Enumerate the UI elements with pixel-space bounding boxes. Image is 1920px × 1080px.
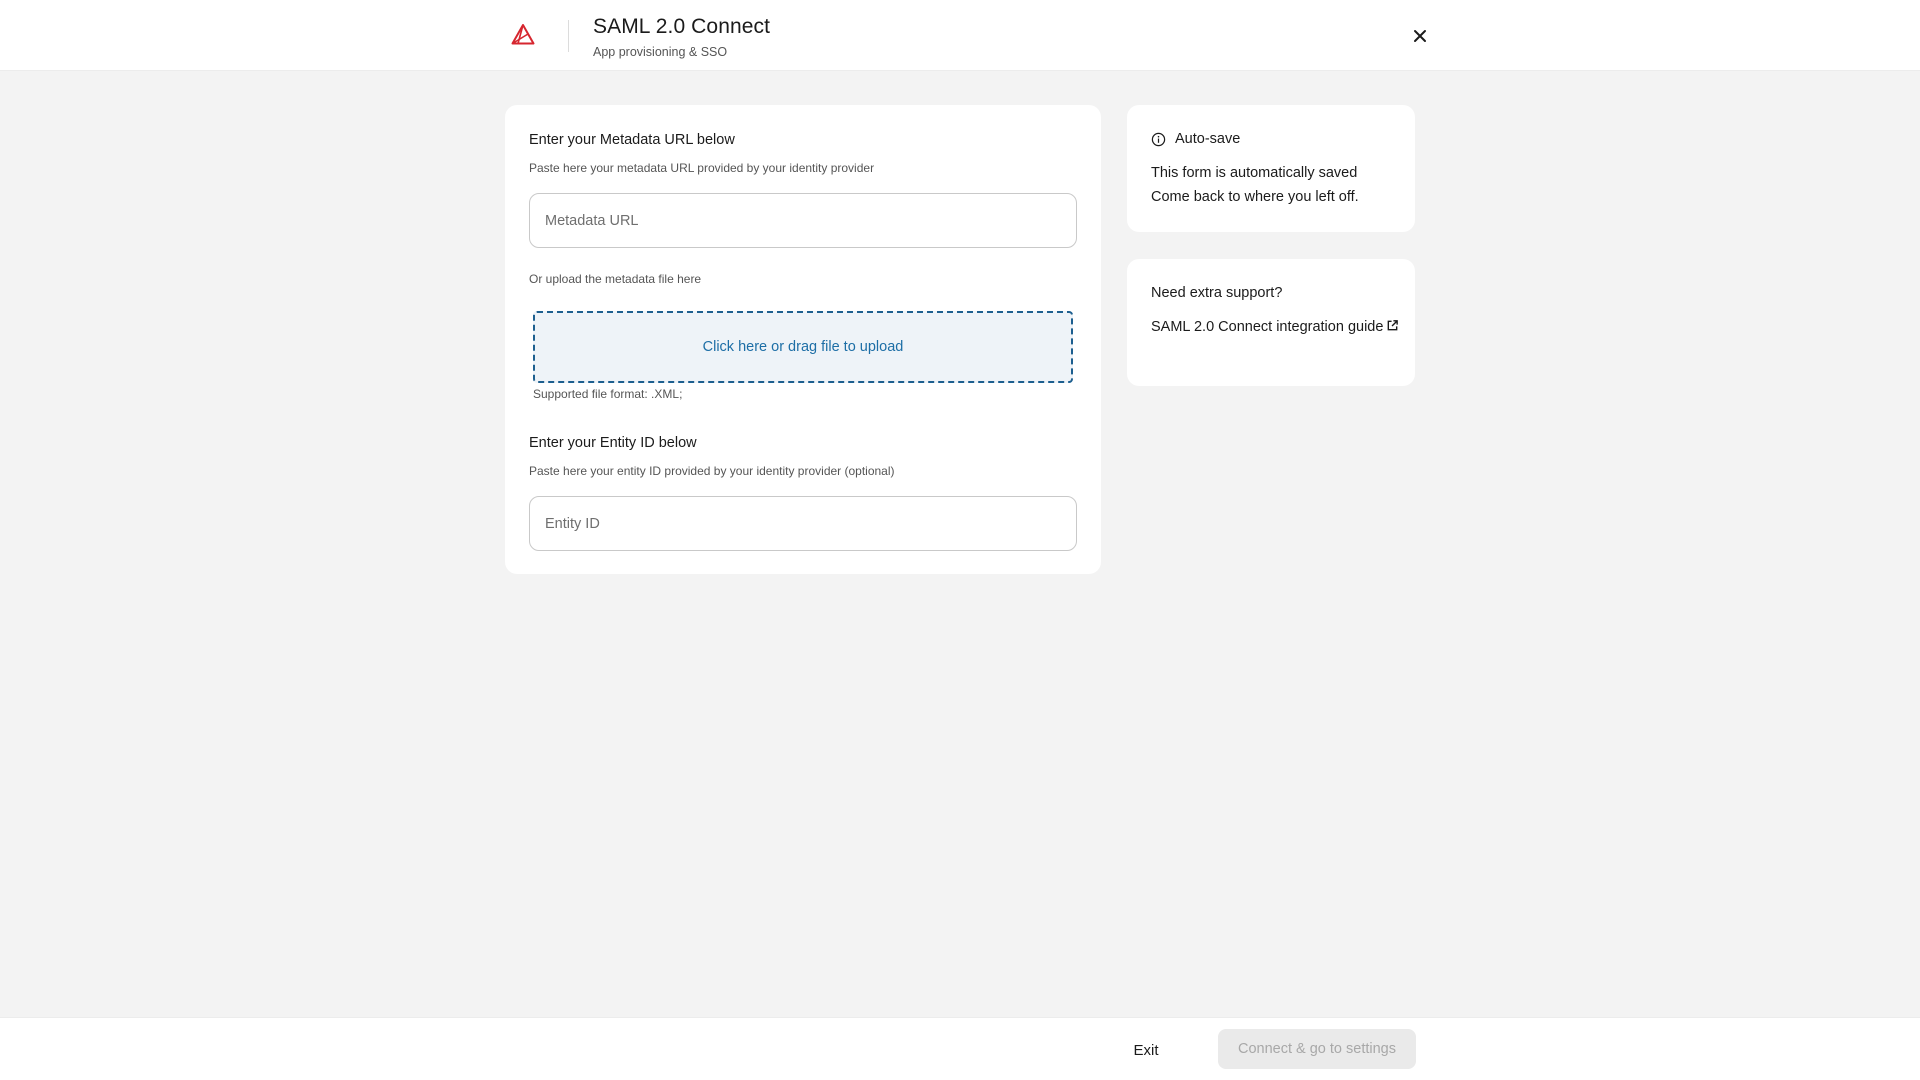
- integration-guide-link[interactable]: SAML 2.0 Connect integration guide: [1151, 319, 1399, 335]
- metadata-section-title: Enter your Metadata URL below: [529, 132, 735, 148]
- page-subtitle: App provisioning & SSO: [593, 45, 728, 59]
- exit-button[interactable]: Exit: [1120, 1033, 1172, 1067]
- support-body: SAML 2.0 Connect integration guide: [1151, 315, 1401, 339]
- support-title: Need extra support?: [1151, 285, 1283, 301]
- entity-section-title: Enter your Entity ID below: [529, 435, 697, 451]
- close-icon: [1414, 30, 1426, 42]
- info-icon: [1151, 132, 1166, 146]
- bottom-bar: Exit Connect & go to settings: [0, 1017, 1920, 1080]
- autosave-body: This form is automatically saved Come ba…: [1151, 161, 1401, 209]
- metadata-section-description: Paste here your metadata URL provided by…: [529, 161, 875, 175]
- autosave-title: Auto-save: [1175, 131, 1241, 147]
- page-title: SAML 2.0 Connect: [593, 15, 771, 38]
- metadata-form-card: Enter your Metadata URL below Paste here…: [505, 105, 1101, 574]
- entity-section-description: Paste here your entity ID provided by yo…: [529, 464, 895, 478]
- autosave-card: Auto-save This form is automatically sav…: [1127, 105, 1415, 232]
- integration-guide-link-text: SAML 2.0 Connect integration guide: [1151, 319, 1384, 335]
- file-upload-dropzone[interactable]: Click here or drag file to upload: [533, 311, 1073, 383]
- header-divider: [568, 20, 569, 52]
- upload-dropzone-text: Click here or drag file to upload: [702, 339, 904, 355]
- external-link-icon: [1388, 320, 1399, 331]
- triangle-logo-icon: [510, 22, 536, 48]
- autosave-line-2: Come back to where you left off.: [1151, 189, 1359, 205]
- autosave-line-1: This form is automatically saved: [1151, 165, 1358, 181]
- upload-format-hint: Supported file format: .XML;: [533, 387, 683, 401]
- close-button[interactable]: [1408, 24, 1432, 48]
- autosave-title-row: Auto-save: [1151, 131, 1240, 147]
- upload-label: Or upload the metadata file here: [529, 272, 702, 286]
- connect-and-go-to-settings-button[interactable]: Connect & go to settings: [1218, 1029, 1416, 1069]
- support-card: Need extra support? SAML 2.0 Connect int…: [1127, 259, 1415, 386]
- top-bar: SAML 2.0 Connect App provisioning & SSO: [0, 0, 1920, 71]
- metadata-url-input[interactable]: [529, 193, 1077, 248]
- entity-id-input[interactable]: [529, 496, 1077, 551]
